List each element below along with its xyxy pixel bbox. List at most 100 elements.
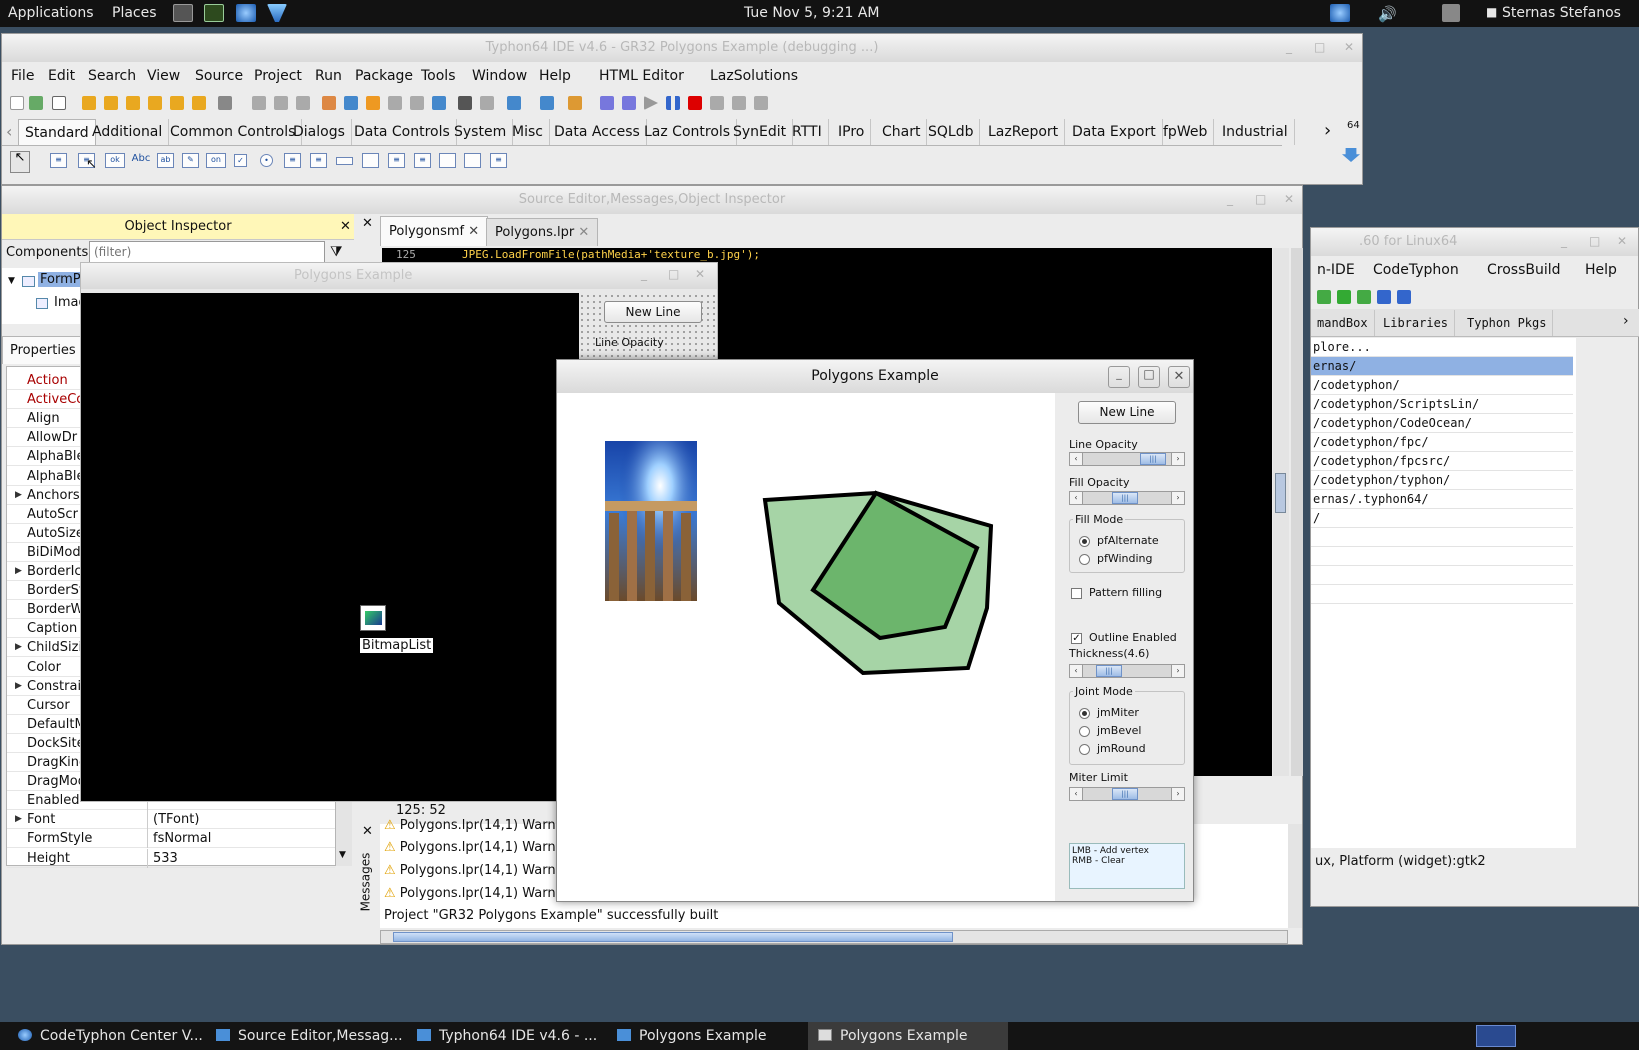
step-into-icon[interactable]: [710, 96, 724, 110]
tab-industrial[interactable]: Industrial: [1216, 119, 1295, 145]
property-row[interactable]: ▶ Font (TFont): [7, 810, 335, 830]
refresh-icon[interactable]: [1377, 290, 1391, 304]
expand-icon[interactable]: ▶: [15, 490, 22, 500]
line-opacity-slider[interactable]: ‹ ||| ›: [1069, 452, 1185, 466]
tab-laz-controls[interactable]: Laz Controls: [638, 119, 738, 145]
menu-window[interactable]: Window: [472, 68, 527, 84]
scrollbar-component-icon[interactable]: [336, 157, 353, 165]
groupbox-component-icon[interactable]: [362, 153, 379, 168]
open-icon[interactable]: [82, 96, 96, 110]
expand-icon[interactable]: ▶: [15, 681, 22, 691]
tab-polygons-lpr[interactable]: Polygons.lpr ✕: [486, 218, 599, 246]
task-codetyphon-center[interactable]: CodeTyphon Center V...: [18, 1022, 203, 1050]
menu-item[interactable]: CodeTyphon: [1373, 262, 1459, 278]
path-row[interactable]: /: [1311, 509, 1573, 528]
frame-component-icon[interactable]: [464, 153, 481, 168]
menu-file[interactable]: File: [11, 68, 34, 84]
tray-typhon-icon[interactable]: [1330, 4, 1350, 22]
edit-component-icon[interactable]: ab: [157, 153, 174, 168]
build-status[interactable]: Project "GR32 Polygons Example" successf…: [384, 908, 718, 923]
menu-item[interactable]: Help: [1585, 262, 1617, 278]
memo-component-icon[interactable]: ✎: [182, 153, 199, 168]
miter-limit-slider[interactable]: ‹ ||| ›: [1069, 787, 1185, 801]
menu-help[interactable]: Help: [539, 68, 571, 84]
checkbox-component-icon[interactable]: ✓: [234, 154, 247, 167]
run-icon[interactable]: [644, 96, 658, 110]
maximize-icon[interactable]: □: [1589, 234, 1600, 248]
volume-icon[interactable]: 🔊: [1378, 5, 1397, 23]
build-icon[interactable]: [366, 96, 380, 110]
chevron-left-icon[interactable]: ‹: [6, 122, 12, 141]
close-icon[interactable]: ✕: [362, 824, 373, 839]
system-monitor-icon[interactable]: [204, 4, 224, 22]
toggle-component-icon[interactable]: on: [206, 153, 226, 168]
new-unit-icon[interactable]: [29, 96, 43, 110]
menu-search[interactable]: Search: [88, 68, 136, 84]
radio-pfalternate[interactable]: [1079, 536, 1090, 547]
minimize-icon[interactable]: _: [1286, 40, 1292, 54]
bitmaplist-label[interactable]: BitmapList: [360, 638, 434, 653]
tab-rtti[interactable]: RTTI: [786, 119, 829, 145]
tab-dialogs[interactable]: Dialogs: [287, 119, 352, 145]
layout-icon[interactable]: [432, 96, 446, 110]
tab-synedit[interactable]: SynEdit: [727, 119, 794, 145]
package-icon[interactable]: [568, 96, 582, 110]
stop-icon[interactable]: [688, 96, 702, 110]
radio-jmmiter[interactable]: [1079, 708, 1090, 719]
gears-icon[interactable]: [480, 96, 494, 110]
path-row[interactable]: /codetyphon/CodeOcean/: [1311, 414, 1573, 433]
tab-fpweb[interactable]: fpWeb: [1157, 119, 1215, 145]
editor-gutter-scroll[interactable]: [1291, 248, 1303, 776]
toggle-form-icon[interactable]: [218, 96, 232, 110]
expand-icon[interactable]: ▼: [8, 276, 15, 286]
path-row[interactable]: /codetyphon/ScriptsLin/: [1311, 395, 1573, 414]
bitmaplist-icon[interactable]: [360, 605, 386, 631]
tab-data-access[interactable]: Data Access: [548, 119, 647, 145]
open-recent-icon[interactable]: [104, 96, 118, 110]
tab-lazreport[interactable]: LazReport: [982, 119, 1066, 145]
menu-edit[interactable]: Edit: [48, 68, 75, 84]
debug-icon[interactable]: [622, 96, 636, 110]
path-row[interactable]: ernas/.typhon64/: [1311, 490, 1573, 509]
tab-system[interactable]: System: [448, 119, 514, 145]
new-file-icon[interactable]: [10, 96, 24, 110]
minimize-icon[interactable]: _: [1227, 192, 1233, 206]
close-icon[interactable]: ✕: [340, 214, 351, 240]
button-component-icon[interactable]: ok: [105, 153, 125, 168]
menu-lazsolutions[interactable]: LazSolutions: [710, 68, 798, 84]
close-icon[interactable]: ✕: [1344, 40, 1354, 54]
chevron-right-icon[interactable]: ›: [1623, 313, 1629, 329]
view-forms-icon[interactable]: [274, 96, 288, 110]
chevron-right-icon[interactable]: ›: [1324, 120, 1331, 141]
menu-tools[interactable]: Tools: [421, 68, 456, 84]
property-row[interactable]: Height 533: [7, 848, 335, 868]
maximize-icon[interactable]: □: [1255, 192, 1266, 206]
window-icon[interactable]: [410, 96, 424, 110]
scroll-thumb[interactable]: [393, 932, 953, 942]
combobox-component-icon[interactable]: ≡: [310, 153, 327, 168]
menu-view[interactable]: View: [147, 68, 180, 84]
property-row[interactable]: FormStyle fsNormal: [7, 829, 335, 849]
close-icon[interactable]: ✕: [1617, 234, 1627, 248]
scroll-thumb[interactable]: [1275, 473, 1286, 513]
tab-commandbox[interactable]: mandBox: [1311, 310, 1375, 336]
new-line-button[interactable]: New Line: [604, 301, 702, 323]
tab-typhon-pkgs[interactable]: Typhon Pkgs: [1461, 310, 1554, 336]
selection-arrow-icon[interactable]: ↖: [10, 151, 30, 173]
task-polygons-example-active[interactable]: Polygons Example: [808, 1022, 1008, 1050]
component-filter-input[interactable]: [89, 241, 325, 263]
task-source-editor[interactable]: Source Editor,Messag...: [216, 1022, 403, 1050]
clipboard-icon[interactable]: [388, 96, 402, 110]
components-icon[interactable]: [344, 96, 358, 110]
thickness-slider[interactable]: ‹ ||| ›: [1069, 664, 1185, 678]
outline-enabled-checkbox[interactable]: ✓: [1071, 633, 1082, 644]
step-out-icon[interactable]: [754, 96, 768, 110]
tab-polygonsmf[interactable]: Polygonsmf ✕: [380, 216, 489, 246]
pattern-filling-checkbox[interactable]: [1071, 588, 1082, 599]
radio-component-icon[interactable]: •: [260, 154, 273, 167]
tab-ipro[interactable]: IPro: [832, 119, 872, 145]
menu-project[interactable]: Project: [254, 68, 302, 84]
main-menu-component-icon[interactable]: ≡: [50, 153, 67, 168]
menu-item[interactable]: n-IDE: [1317, 262, 1355, 278]
radio-jmbevel[interactable]: [1079, 726, 1090, 737]
